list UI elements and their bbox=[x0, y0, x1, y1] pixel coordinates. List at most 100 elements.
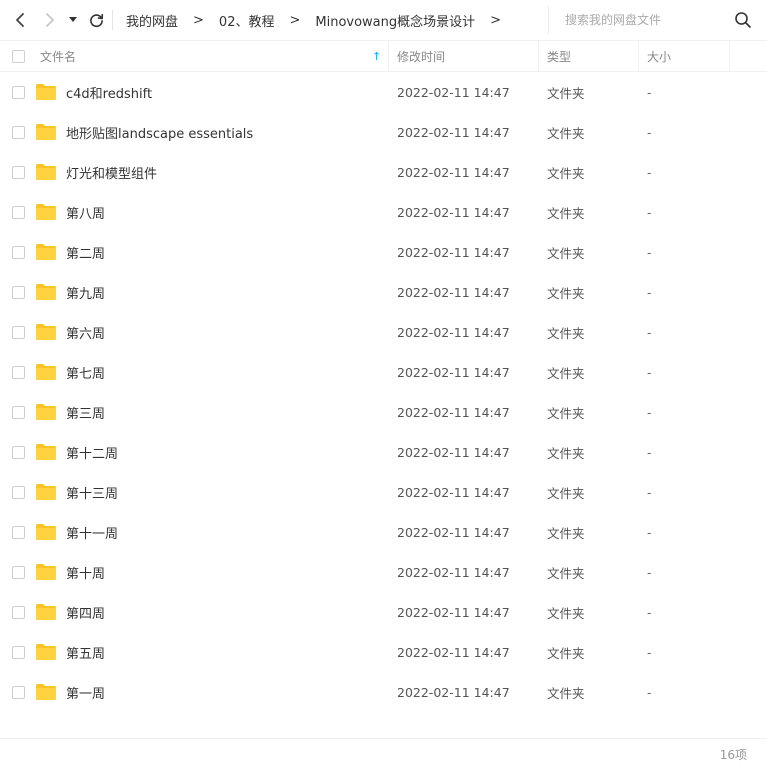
file-type: 文件夹 bbox=[547, 605, 585, 621]
file-name[interactable]: 第二周 bbox=[66, 232, 105, 272]
history-dropdown-button[interactable] bbox=[64, 8, 82, 32]
file-mtime: 2022-02-11 14:47 bbox=[397, 644, 510, 660]
row-checkbox-cell bbox=[12, 232, 25, 272]
column-divider[interactable] bbox=[538, 41, 539, 72]
file-row[interactable]: 第十周 2022-02-11 14:47 文件夹 - bbox=[0, 552, 767, 592]
row-checkbox[interactable] bbox=[12, 245, 25, 259]
row-checkbox-cell bbox=[12, 512, 25, 552]
file-name[interactable]: 灯光和模型组件 bbox=[66, 152, 157, 192]
file-row[interactable]: 地形贴图landscape essentials 2022-02-11 14:47… bbox=[0, 112, 767, 152]
row-checkbox[interactable] bbox=[12, 325, 25, 339]
row-checkbox[interactable] bbox=[12, 645, 25, 659]
file-row[interactable]: 灯光和模型组件 2022-02-11 14:47 文件夹 - bbox=[0, 152, 767, 192]
row-checkbox[interactable] bbox=[12, 285, 25, 299]
row-checkbox[interactable] bbox=[12, 205, 25, 219]
folder-icon-cell bbox=[35, 472, 57, 512]
file-name[interactable]: 第五周 bbox=[66, 632, 105, 672]
file-row[interactable]: 第九周 2022-02-11 14:47 文件夹 - bbox=[0, 272, 767, 312]
row-checkbox-cell bbox=[12, 592, 25, 632]
file-row[interactable]: 第十二周 2022-02-11 14:47 文件夹 - bbox=[0, 432, 767, 472]
column-header-name[interactable]: 文件名 bbox=[40, 41, 76, 72]
refresh-button[interactable] bbox=[84, 8, 108, 32]
select-all-cell bbox=[12, 41, 25, 72]
file-name[interactable]: 第十二周 bbox=[66, 432, 118, 472]
breadcrumb-separator[interactable]: > bbox=[490, 13, 501, 28]
file-name[interactable]: 第三周 bbox=[66, 392, 105, 432]
file-row[interactable]: 第五周 2022-02-11 14:47 文件夹 - bbox=[0, 632, 767, 672]
file-name[interactable]: 第十周 bbox=[66, 552, 105, 592]
row-checkbox[interactable] bbox=[12, 85, 25, 99]
column-header-mtime[interactable]: 修改时间 bbox=[397, 41, 445, 72]
folder-icon-cell bbox=[35, 592, 57, 632]
folder-icon-cell bbox=[35, 192, 57, 232]
column-divider[interactable] bbox=[638, 41, 639, 72]
file-mtime: 2022-02-11 14:47 bbox=[397, 484, 510, 500]
file-size: - bbox=[647, 684, 652, 700]
file-row[interactable]: 第四周 2022-02-11 14:47 文件夹 - bbox=[0, 592, 767, 632]
file-mtime: 2022-02-11 14:47 bbox=[397, 444, 510, 460]
file-row[interactable]: 第十一周 2022-02-11 14:47 文件夹 - bbox=[0, 512, 767, 552]
folder-icon bbox=[36, 164, 56, 180]
file-name[interactable]: 第一周 bbox=[66, 672, 105, 712]
file-type: 文件夹 bbox=[547, 565, 585, 581]
file-size: - bbox=[647, 324, 652, 340]
row-checkbox-cell bbox=[12, 472, 25, 512]
file-name[interactable]: 第十一周 bbox=[66, 512, 118, 552]
row-checkbox[interactable] bbox=[12, 485, 25, 499]
file-name[interactable]: 第七周 bbox=[66, 352, 105, 392]
file-name[interactable]: 第十三周 bbox=[66, 472, 118, 512]
select-all-checkbox[interactable] bbox=[12, 50, 25, 63]
file-type: 文件夹 bbox=[547, 85, 585, 101]
column-header-type[interactable]: 类型 bbox=[547, 41, 571, 72]
file-row[interactable]: c4d和redshift 2022-02-11 14:47 文件夹 - bbox=[0, 72, 767, 112]
breadcrumb-item-current[interactable]: Minovowang概念场景设计 bbox=[315, 11, 475, 30]
file-row[interactable]: 第七周 2022-02-11 14:47 文件夹 - bbox=[0, 352, 767, 392]
file-row[interactable]: 第一周 2022-02-11 14:47 文件夹 - bbox=[0, 672, 767, 712]
back-button[interactable] bbox=[8, 8, 32, 32]
row-checkbox[interactable] bbox=[12, 445, 25, 459]
file-size: - bbox=[647, 444, 652, 460]
column-divider[interactable] bbox=[388, 41, 389, 72]
file-mtime: 2022-02-11 14:47 bbox=[397, 564, 510, 580]
file-size: - bbox=[647, 204, 652, 220]
search-input[interactable] bbox=[565, 7, 735, 33]
forward-button[interactable] bbox=[38, 8, 62, 32]
row-checkbox[interactable] bbox=[12, 565, 25, 579]
row-checkbox[interactable] bbox=[12, 405, 25, 419]
file-name[interactable]: c4d和redshift bbox=[66, 72, 152, 112]
chevron-right-icon bbox=[46, 13, 54, 27]
column-divider[interactable] bbox=[729, 41, 730, 72]
file-type: 文件夹 bbox=[547, 365, 585, 381]
row-checkbox[interactable] bbox=[12, 365, 25, 379]
row-checkbox[interactable] bbox=[12, 165, 25, 179]
file-type: 文件夹 bbox=[547, 485, 585, 501]
file-size: - bbox=[647, 364, 652, 380]
file-type: 文件夹 bbox=[547, 125, 585, 141]
file-name[interactable]: 第六周 bbox=[66, 312, 105, 352]
toolbar-divider bbox=[112, 10, 113, 30]
row-checkbox-cell bbox=[12, 272, 25, 312]
row-checkbox[interactable] bbox=[12, 605, 25, 619]
file-row[interactable]: 第十三周 2022-02-11 14:47 文件夹 - bbox=[0, 472, 767, 512]
file-type: 文件夹 bbox=[547, 525, 585, 541]
sort-ascending-icon[interactable]: ↑ bbox=[372, 41, 381, 72]
file-name[interactable]: 第九周 bbox=[66, 272, 105, 312]
file-mtime: 2022-02-11 14:47 bbox=[397, 684, 510, 700]
breadcrumb-item-root[interactable]: 我的网盘 bbox=[126, 11, 178, 30]
row-checkbox[interactable] bbox=[12, 125, 25, 139]
folder-icon bbox=[36, 324, 56, 340]
file-row[interactable]: 第八周 2022-02-11 14:47 文件夹 - bbox=[0, 192, 767, 232]
column-header-size[interactable]: 大小 bbox=[647, 41, 671, 72]
file-row[interactable]: 第二周 2022-02-11 14:47 文件夹 - bbox=[0, 232, 767, 272]
breadcrumb-item-tutorials[interactable]: 02、教程 bbox=[219, 11, 275, 30]
file-mtime: 2022-02-11 14:47 bbox=[397, 404, 510, 420]
search-icon[interactable] bbox=[734, 11, 752, 29]
file-row[interactable]: 第三周 2022-02-11 14:47 文件夹 - bbox=[0, 392, 767, 432]
file-name[interactable]: 第八周 bbox=[66, 192, 105, 232]
folder-icon-cell bbox=[35, 72, 57, 112]
row-checkbox[interactable] bbox=[12, 685, 25, 699]
file-name[interactable]: 地形贴图landscape essentials bbox=[66, 112, 253, 152]
file-row[interactable]: 第六周 2022-02-11 14:47 文件夹 - bbox=[0, 312, 767, 352]
row-checkbox[interactable] bbox=[12, 525, 25, 539]
file-name[interactable]: 第四周 bbox=[66, 592, 105, 632]
